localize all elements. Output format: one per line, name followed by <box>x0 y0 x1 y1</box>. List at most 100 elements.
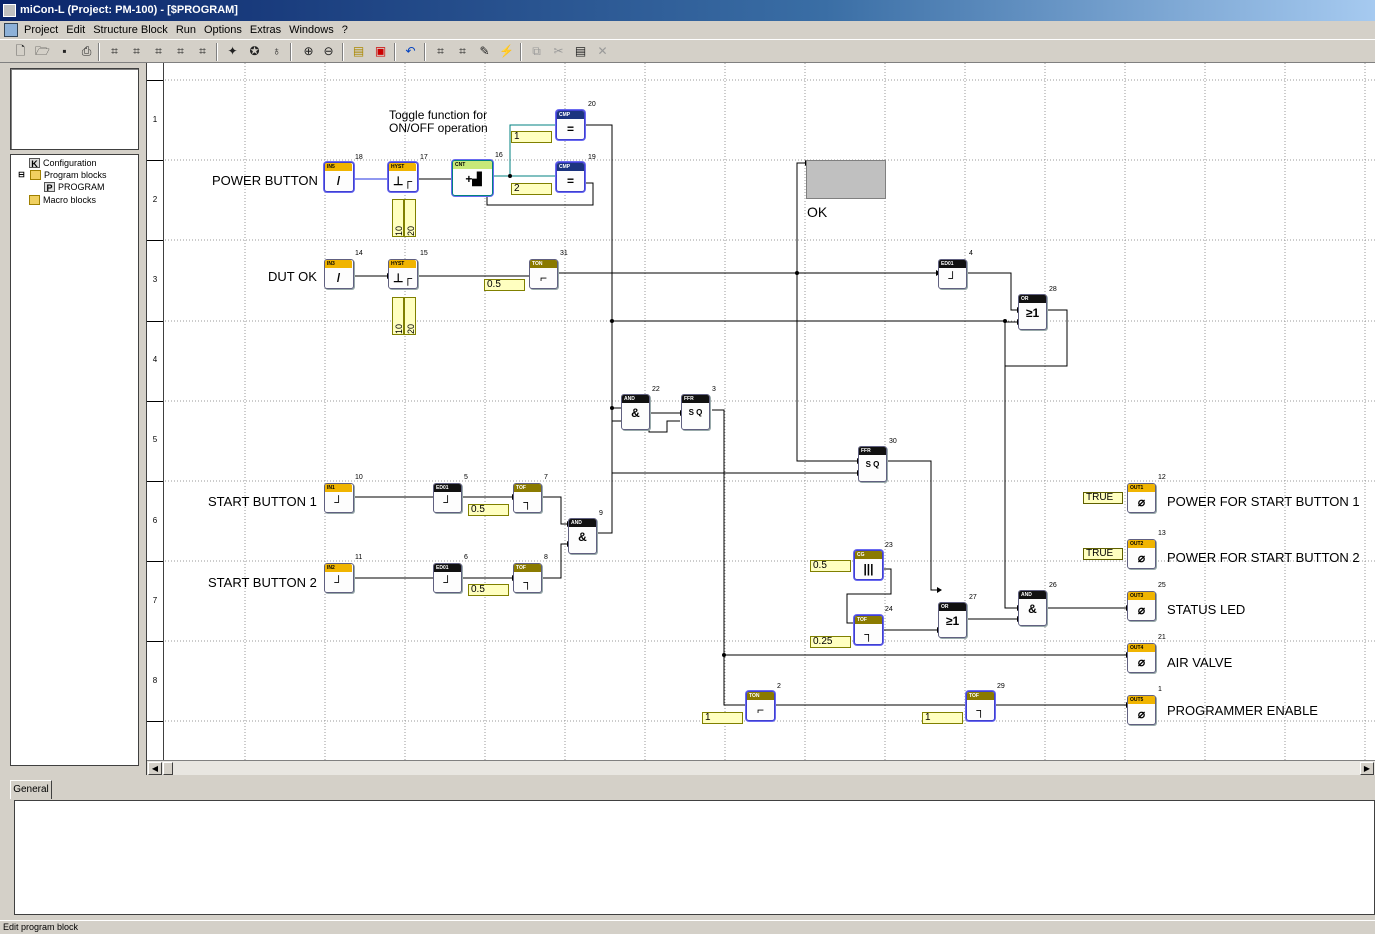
block-out1[interactable]: OUT1 ⌀ <box>1127 483 1156 513</box>
block-out2[interactable]: OUT2 ⌀ <box>1127 539 1156 569</box>
constant[interactable]: 0.5 <box>468 504 509 516</box>
menu-bar: Project Edit Structure Block Run Options Extr… <box>0 21 1375 39</box>
menu-edit[interactable]: Edit <box>62 21 89 39</box>
tree-item-program[interactable]: P PROGRAM <box>44 182 105 193</box>
block-icon[interactable]: ⌗ <box>172 43 189 60</box>
copy-icon[interactable]: ⧉ <box>528 43 545 60</box>
block-icon[interactable]: ⌗ <box>106 43 123 60</box>
menu-windows[interactable]: Windows <box>285 21 338 39</box>
cfg-icon[interactable]: ▤ <box>350 43 367 60</box>
menu-options[interactable]: Options <box>200 21 246 39</box>
block-tof24[interactable]: TOF ┐ <box>854 615 883 645</box>
ok-indicator[interactable] <box>806 160 886 199</box>
constant[interactable]: TRUE <box>1083 548 1123 560</box>
constant[interactable]: 0.5 <box>810 560 851 572</box>
bulb-icon[interactable]: ♁ <box>268 43 285 60</box>
constant[interactable]: 2 <box>511 183 552 195</box>
project-tree[interactable]: K Configuration ⊟ Program blocks P PROGRAM … <box>10 154 139 766</box>
block-out5[interactable]: OUT5 ⌀ <box>1127 695 1156 725</box>
ruler-row: 5 <box>152 435 158 444</box>
constant[interactable]: 0.25 <box>810 636 851 648</box>
menu-project[interactable]: Project <box>20 21 62 39</box>
constant[interactable]: 0.5 <box>468 584 509 596</box>
block-in5[interactable]: IN5/ <box>324 162 354 192</box>
toggle-comment: Toggle function for ON/OFF operation <box>389 108 488 135</box>
constant[interactable]: 1 <box>702 712 743 724</box>
menu-extras[interactable]: Extras <box>246 21 285 39</box>
block-or27[interactable]: OR ≥1 <box>938 602 967 638</box>
block-out3[interactable]: OUT3 ⌀ <box>1127 591 1156 621</box>
block-in1[interactable]: IN1 ┘ <box>324 483 354 513</box>
block-hyst17[interactable]: HYST ⊥┌ <box>388 162 418 192</box>
block-in2[interactable]: IN2 ┘ <box>324 563 354 593</box>
block-ed4[interactable]: ED01 ┘ <box>938 259 967 289</box>
hyst-param[interactable]: 10 <box>392 297 404 335</box>
start-button-2-label: START BUTTON 2 <box>208 575 317 590</box>
hyst-param[interactable]: 20 <box>404 297 416 335</box>
tree-item-macro-blocks[interactable]: Macro blocks <box>29 195 96 205</box>
block-icon[interactable]: ⌗ <box>128 43 145 60</box>
wire-icon[interactable]: ⚡ <box>498 43 515 60</box>
stop-icon[interactable]: ▣ <box>372 43 389 60</box>
menu-run[interactable]: Run <box>172 21 200 39</box>
block-and22[interactable]: AND & <box>621 394 650 430</box>
horizontal-scrollbar[interactable]: ◀ ▶ <box>147 760 1375 775</box>
menu-structure-block[interactable]: Structure Block <box>89 21 172 39</box>
download-icon[interactable]: ✪ <box>246 43 263 60</box>
block-hyst15[interactable]: HYST ⊥┌ <box>388 259 418 289</box>
tree-item-configuration[interactable]: K Configuration <box>29 158 97 169</box>
tab-general[interactable]: General <box>10 780 52 799</box>
block-tof7[interactable]: TOF ┐ <box>513 483 542 513</box>
constant[interactable]: TRUE <box>1083 492 1123 504</box>
zoom-out-icon[interactable]: ⊖ <box>320 43 337 60</box>
block-and26[interactable]: AND & <box>1018 590 1047 626</box>
block-ffr3[interactable]: FFR S Q <box>681 394 710 430</box>
undo-icon[interactable]: ↶ <box>402 43 419 60</box>
hyst-param[interactable]: 20 <box>404 199 416 237</box>
block-cmp20[interactable]: CMP = <box>556 110 585 140</box>
block-and9[interactable]: AND & <box>568 518 597 554</box>
dut-ok-label: DUT OK <box>268 269 317 284</box>
pencil-icon[interactable]: ✎ <box>476 43 493 60</box>
cut-icon[interactable]: ✂ <box>550 43 567 60</box>
scroll-right-icon[interactable]: ▶ <box>1360 762 1374 775</box>
constant[interactable]: 1 <box>922 712 963 724</box>
scroll-thumb[interactable] <box>163 762 173 775</box>
block-cmp19[interactable]: CMP = <box>556 162 585 192</box>
link-icon[interactable]: ⌗ <box>454 43 471 60</box>
constant[interactable]: 0.5 <box>484 279 525 291</box>
compile-icon[interactable]: ✦ <box>224 43 241 60</box>
block-out4[interactable]: OUT4 ⌀ <box>1127 643 1156 673</box>
print-icon[interactable]: ⎙ <box>78 43 95 60</box>
paste-icon[interactable]: ▤ <box>572 43 589 60</box>
select-icon[interactable]: ⌗ <box>432 43 449 60</box>
scroll-left-icon[interactable]: ◀ <box>148 762 162 775</box>
block-ffr30[interactable]: FFR S Q <box>858 446 887 482</box>
k-icon: K <box>29 158 40 169</box>
zoom-in-icon[interactable]: ⊕ <box>300 43 317 60</box>
document-icon[interactable] <box>4 23 18 37</box>
function-block-diagram[interactable]: OK Toggle function for ON/OFF operation … <box>165 63 1375 760</box>
hyst-param[interactable]: 10 <box>392 199 404 237</box>
menu-help[interactable]: ? <box>338 21 352 39</box>
block-ed5[interactable]: ED01 ┘ <box>433 483 462 513</box>
open-icon[interactable]: 🗁 <box>34 43 51 60</box>
new-icon[interactable]: 🗋 <box>12 43 29 60</box>
block-ed6[interactable]: ED01 ┘ <box>433 563 462 593</box>
block-or28[interactable]: OR ≥1 <box>1018 294 1047 330</box>
block-cnt16[interactable]: CNT +▟ <box>452 160 493 196</box>
expand-icon[interactable]: ⊟ <box>16 170 27 180</box>
delete-icon[interactable]: ✕ <box>594 43 611 60</box>
block-ton2[interactable]: TON ⌐ <box>746 691 775 721</box>
tree-item-program-blocks[interactable]: ⊟ Program blocks <box>16 170 107 180</box>
block-tof8[interactable]: TOF ┐ <box>513 563 542 593</box>
block-icon[interactable]: ⌗ <box>150 43 167 60</box>
output-panel[interactable] <box>14 800 1375 915</box>
block-ton31[interactable]: TON ⌐ <box>529 259 558 289</box>
block-tof29[interactable]: TOF ┐ <box>966 691 995 721</box>
constant[interactable]: 1 <box>511 131 552 143</box>
save-icon[interactable]: ▪ <box>56 43 73 60</box>
block-in3[interactable]: IN3/ <box>324 259 354 289</box>
block-icon[interactable]: ⌗ <box>194 43 211 60</box>
block-cg23[interactable]: CG ||| <box>854 550 883 580</box>
